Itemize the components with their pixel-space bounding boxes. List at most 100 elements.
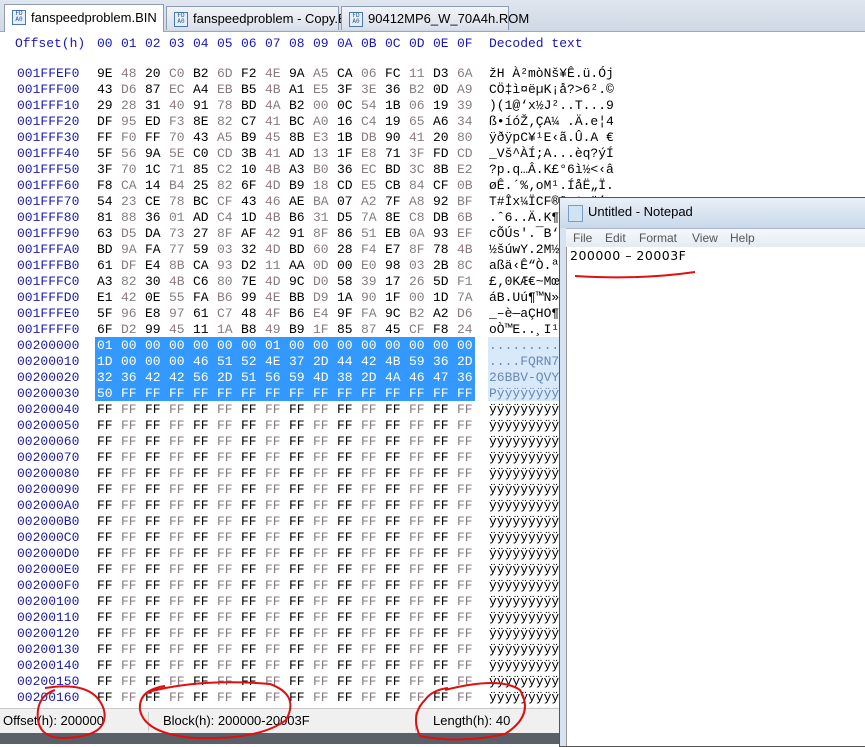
hex-byte[interactable]: B9 bbox=[241, 130, 263, 145]
hex-byte[interactable]: B9 bbox=[289, 322, 311, 337]
hex-byte[interactable]: 00 bbox=[337, 258, 359, 273]
hex-byte[interactable]: FF bbox=[433, 482, 455, 497]
hex-byte[interactable]: FF bbox=[289, 418, 311, 433]
hex-byte[interactable]: FF bbox=[145, 482, 167, 497]
hex-byte[interactable]: FF bbox=[457, 674, 479, 689]
hex-byte[interactable]: FF bbox=[409, 546, 431, 561]
hex-byte[interactable]: FF bbox=[337, 658, 359, 673]
hex-byte[interactable]: FF bbox=[145, 514, 167, 529]
hex-byte[interactable]: 10 bbox=[241, 162, 263, 177]
hex-byte[interactable]: CA bbox=[121, 178, 143, 193]
hex-byte[interactable]: 9C bbox=[385, 306, 407, 321]
hex-byte[interactable]: FF bbox=[217, 514, 239, 529]
hex-byte[interactable]: 41 bbox=[265, 146, 287, 161]
hex-byte[interactable]: FF bbox=[241, 562, 263, 577]
hex-byte[interactable]: FF bbox=[241, 514, 263, 529]
hex-byte[interactable]: FF bbox=[457, 530, 479, 545]
hex-byte[interactable]: FF bbox=[265, 642, 287, 657]
hex-byte[interactable]: FF bbox=[289, 658, 311, 673]
hex-byte[interactable]: EF bbox=[457, 226, 479, 241]
hex-byte[interactable]: C6 bbox=[193, 274, 215, 289]
hex-byte[interactable]: 46 bbox=[193, 354, 215, 369]
hex-byte[interactable]: FF bbox=[361, 482, 383, 497]
hex-byte[interactable]: 91 bbox=[193, 98, 215, 113]
hex-byte[interactable]: 78 bbox=[169, 194, 191, 209]
hex-byte[interactable]: 95 bbox=[121, 114, 143, 129]
hex-byte[interactable]: FF bbox=[409, 674, 431, 689]
hex-byte[interactable]: FF bbox=[265, 530, 287, 545]
hex-byte[interactable]: B6 bbox=[289, 210, 311, 225]
hex-byte[interactable]: FF bbox=[361, 546, 383, 561]
hex-byte[interactable]: FF bbox=[217, 530, 239, 545]
hex-byte[interactable]: FF bbox=[169, 546, 191, 561]
hex-byte[interactable]: E1 bbox=[97, 290, 119, 305]
hex-byte[interactable]: FF bbox=[97, 514, 119, 529]
hex-byte[interactable]: FF bbox=[145, 402, 167, 417]
hex-byte[interactable]: FF bbox=[361, 658, 383, 673]
hex-byte[interactable]: FF bbox=[241, 434, 263, 449]
hex-byte[interactable]: 97 bbox=[169, 306, 191, 321]
hex-byte[interactable]: FF bbox=[97, 418, 119, 433]
hex-byte[interactable]: FF bbox=[313, 386, 335, 401]
hex-byte[interactable]: FF bbox=[121, 594, 143, 609]
hex-byte[interactable]: 42 bbox=[121, 290, 143, 305]
hex-byte[interactable]: FF bbox=[97, 626, 119, 641]
hex-byte[interactable]: FF bbox=[121, 530, 143, 545]
hex-byte[interactable]: FF bbox=[409, 530, 431, 545]
hex-byte[interactable]: FF bbox=[97, 610, 119, 625]
hex-byte[interactable]: FF bbox=[241, 594, 263, 609]
hex-byte[interactable]: FF bbox=[433, 434, 455, 449]
hex-byte[interactable]: 2D bbox=[361, 370, 383, 385]
hex-byte[interactable]: FF bbox=[433, 530, 455, 545]
hex-byte[interactable]: B2 bbox=[409, 82, 431, 97]
hex-byte[interactable]: CE bbox=[145, 194, 167, 209]
hex-byte[interactable]: FF bbox=[409, 466, 431, 481]
hex-byte[interactable]: 11 bbox=[193, 322, 215, 337]
hex-byte[interactable]: B6 bbox=[289, 306, 311, 321]
hex-byte[interactable]: 39 bbox=[361, 274, 383, 289]
hex-byte[interactable]: FF bbox=[97, 658, 119, 673]
hex-byte[interactable]: CB bbox=[385, 178, 407, 193]
hex-byte[interactable]: 1D bbox=[433, 290, 455, 305]
hex-byte[interactable]: AA bbox=[289, 258, 311, 273]
hex-byte[interactable]: FF bbox=[385, 562, 407, 577]
hex-byte[interactable]: FF bbox=[457, 658, 479, 673]
hex-byte[interactable]: CD bbox=[217, 146, 239, 161]
hex-byte[interactable]: FF bbox=[121, 658, 143, 673]
hex-byte[interactable]: A3 bbox=[289, 162, 311, 177]
hex-byte[interactable]: 1D bbox=[241, 210, 263, 225]
hex-byte[interactable]: 80 bbox=[457, 130, 479, 145]
decoded-text[interactable]: _Vš^ÀÍ;A...èq?ýÍ bbox=[489, 146, 614, 161]
hex-byte[interactable]: 8B bbox=[169, 258, 191, 273]
hex-byte[interactable]: FC bbox=[385, 66, 407, 81]
hex-byte[interactable]: CA bbox=[337, 66, 359, 81]
decoded-text[interactable]: žH À²mòNš¥Ê.ü.Ój bbox=[489, 66, 614, 81]
hex-byte[interactable]: FF bbox=[337, 626, 359, 641]
hex-byte[interactable]: FF bbox=[385, 546, 407, 561]
hex-byte[interactable]: 80 bbox=[217, 274, 239, 289]
hex-byte[interactable]: 6F bbox=[97, 322, 119, 337]
hex-byte[interactable]: FF bbox=[145, 690, 167, 705]
hex-byte[interactable]: FF bbox=[169, 482, 191, 497]
hex-byte[interactable]: 4D bbox=[265, 274, 287, 289]
hex-byte[interactable]: FF bbox=[121, 482, 143, 497]
hex-byte[interactable]: 45 bbox=[265, 130, 287, 145]
hex-byte[interactable]: 01 bbox=[169, 210, 191, 225]
hex-byte[interactable]: FF bbox=[193, 514, 215, 529]
hex-byte[interactable]: DF bbox=[121, 258, 143, 273]
hex-byte[interactable]: FA bbox=[361, 306, 383, 321]
hex-byte[interactable]: 58 bbox=[337, 274, 359, 289]
notepad-title-bar[interactable]: Untitled - Notepad bbox=[560, 198, 865, 228]
hex-byte[interactable]: 6D bbox=[217, 66, 239, 81]
hex-byte[interactable]: 29 bbox=[97, 98, 119, 113]
hex-byte[interactable]: 00 bbox=[145, 354, 167, 369]
hex-byte[interactable]: 8B bbox=[433, 162, 455, 177]
hex-byte[interactable]: FF bbox=[217, 642, 239, 657]
hex-byte[interactable]: FF bbox=[457, 514, 479, 529]
hex-byte[interactable]: B4 bbox=[169, 178, 191, 193]
hex-byte[interactable]: F8 bbox=[97, 178, 119, 193]
hex-byte[interactable]: 00 bbox=[241, 338, 263, 353]
hex-byte[interactable]: FF bbox=[433, 674, 455, 689]
hex-byte[interactable]: 61 bbox=[193, 306, 215, 321]
hex-byte[interactable]: FF bbox=[193, 402, 215, 417]
